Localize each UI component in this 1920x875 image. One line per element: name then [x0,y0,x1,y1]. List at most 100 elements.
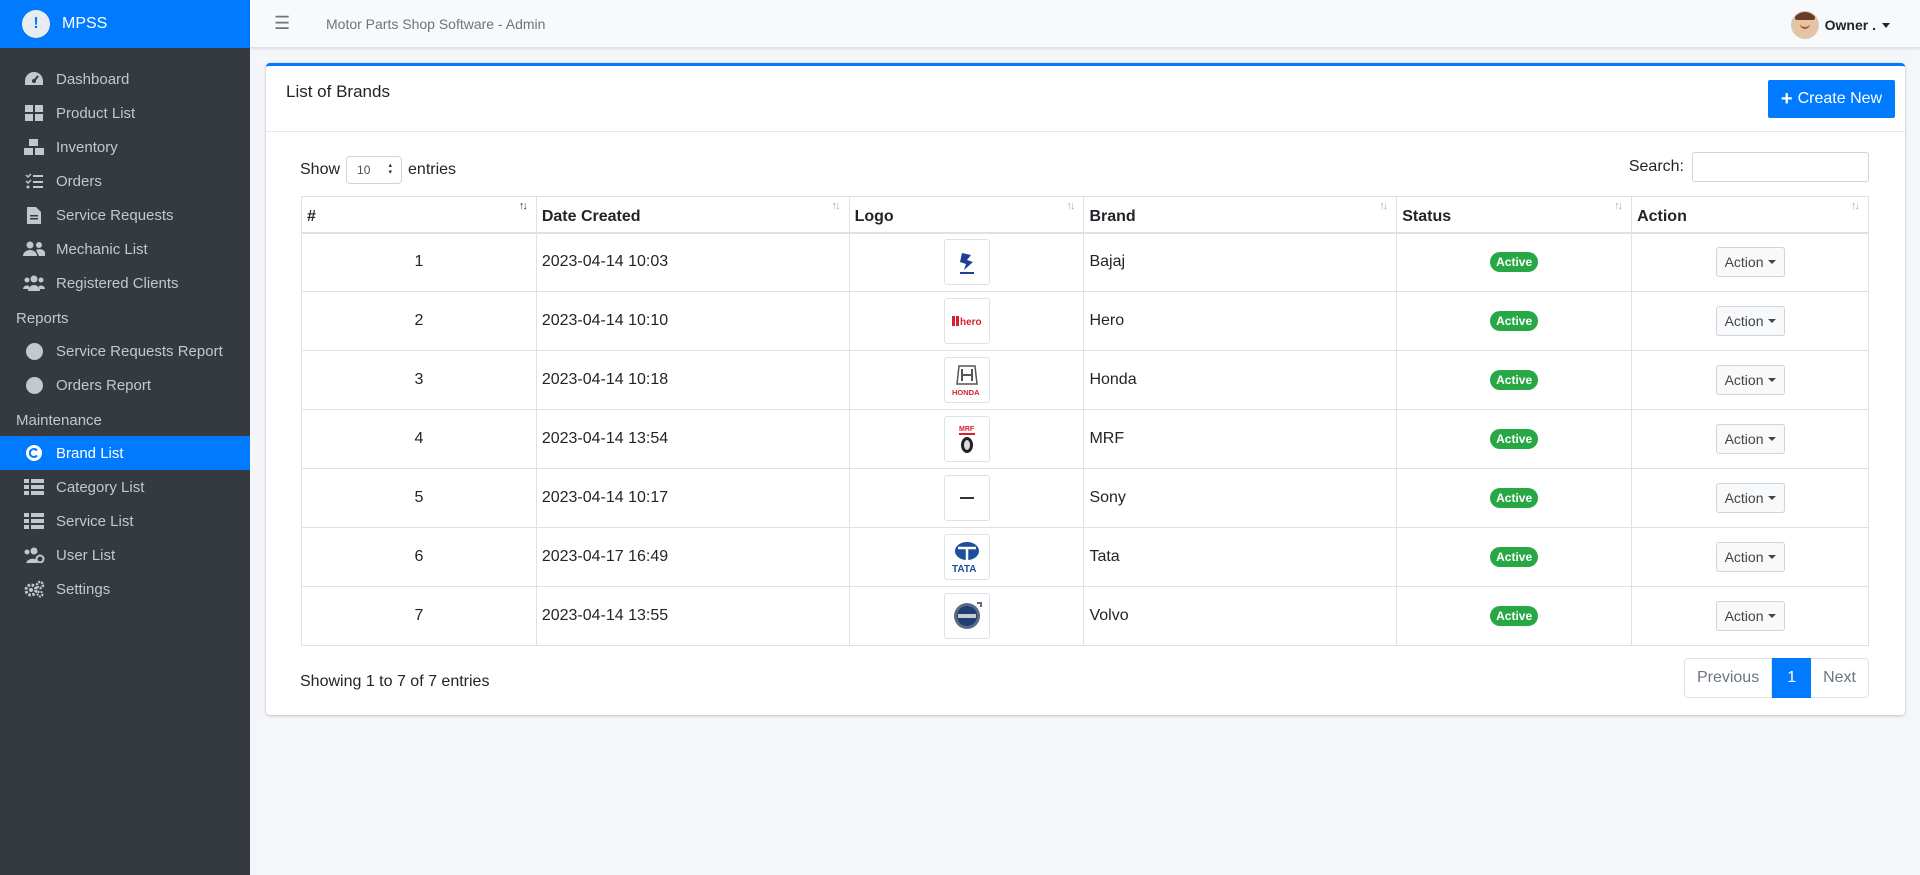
action-dropdown-button[interactable]: Action [1715,542,1785,572]
row-status-cell: Active [1396,586,1633,646]
sidebar-item-registered-clients[interactable]: Registered Clients [0,266,250,300]
status-badge: Active [1490,547,1539,567]
action-dropdown-button[interactable]: Action [1715,601,1785,631]
row-action-cell: Action [1631,291,1869,351]
status-badge: Active [1490,370,1539,390]
column-header-status[interactable]: Status ↑↓ [1396,196,1633,234]
column-header-brand[interactable]: Brand ↑↓ [1083,196,1398,234]
top-navbar: ☰ Motor Parts Shop Software - Admin Owne… [250,0,1920,48]
status-badge: Active [1490,606,1539,626]
row-logo-cell [848,586,1085,646]
user-name: Owner . [1824,17,1876,33]
row-brand: Hero [1083,291,1398,351]
th-list-icon [22,511,46,531]
row-status-cell: Active [1396,527,1633,587]
row-brand: Honda [1083,350,1398,410]
create-new-button[interactable]: + Create New [1768,80,1895,118]
search-label: Search: [1628,158,1684,175]
next-page-button[interactable]: Next [1811,658,1869,698]
row-action-cell: Action [1631,468,1869,528]
page-title: List of Brands [286,82,390,101]
table-row: 6 2023-04-17 16:49 TATA Tata Active Acti… [301,527,1869,587]
row-brand: MRF [1083,409,1398,469]
row-number: 6 [301,527,537,587]
sidebar-item-product-list[interactable]: Product List [0,96,250,130]
sidebar-item-label: Inventory [56,138,118,156]
column-header-date-created[interactable]: Date Created ↑↓ [535,196,850,234]
search-input[interactable] [1692,152,1869,182]
action-dropdown-button[interactable]: Action [1715,365,1785,395]
sidebar-item-label: Mechanic List [56,240,148,258]
sidebar-item-settings[interactable]: Settings [0,572,250,606]
previous-page-button[interactable]: Previous [1683,658,1773,698]
sidebar-item-category-list[interactable]: Category List [0,470,250,504]
sidebar-item-inventory[interactable]: Inventory [0,130,250,164]
sidebar-item-orders-report[interactable]: Orders Report [0,368,250,402]
row-logo-cell [848,232,1085,292]
brand-link[interactable]: ! MPSS [0,0,250,48]
circle-icon [22,341,46,361]
brands-table: # ↑↓ Date Created ↑↓ Logo ↑↓ Brand ↑↓ Status… [301,196,1869,646]
row-date-created: 2023-04-14 13:55 [535,586,850,646]
svg-text:TATA: TATA [952,564,976,575]
row-number: 2 [301,291,537,351]
sort-icon: ↑↓ [1066,200,1075,212]
copyright-icon [22,443,46,463]
action-dropdown-button[interactable]: Action [1715,424,1785,454]
entries-length-select[interactable]: 10 [346,156,403,184]
sidebar-item-dashboard[interactable]: Dashboard [0,62,250,96]
sort-icon: ↑↓ [1851,200,1860,212]
sidebar-item-label: Orders Report [56,376,152,394]
action-dropdown-button[interactable]: Action [1715,483,1785,513]
sidebar-item-label: Service List [56,512,134,530]
sidebar-nav: Dashboard Product List Inventory Orders … [0,48,250,606]
sort-icon: ↑↓ [831,200,841,212]
column-header-logo[interactable]: Logo ↑↓ [848,196,1085,234]
sidebar-item-service-list[interactable]: Service List [0,504,250,538]
user-menu[interactable]: Owner . [1790,11,1890,39]
nav-header-maintenance: Maintenance [16,412,102,429]
tachometer-icon [22,69,46,89]
row-brand: Bajaj [1083,232,1398,292]
page-1-button[interactable]: 1 [1772,658,1812,698]
row-action-cell: Action [1631,409,1869,469]
menu-toggle-icon[interactable]: ☰ [274,13,296,34]
table-row: 2 2023-04-14 10:10 hero Hero Active Acti… [301,291,1869,351]
row-action-cell: Action [1631,232,1869,292]
status-badge: Active [1490,252,1539,273]
table-row: 7 2023-04-14 13:55 Volvo Active Action [301,586,1869,646]
table-row: 1 2023-04-14 10:03 Bajaj Active Action [301,232,1869,292]
action-dropdown-button[interactable]: Action [1715,306,1785,336]
sidebar-item-mechanic-list[interactable]: Mechanic List [0,232,250,266]
sidebar-item-user-list[interactable]: User List [0,538,250,572]
row-number: 5 [301,468,537,528]
sony-logo [943,475,990,521]
caret-down-icon [1767,437,1776,441]
row-date-created: 2023-04-14 10:18 [535,350,850,410]
sidebar-item-label: Settings [56,580,111,598]
sidebar-item-service-requests[interactable]: Service Requests [0,198,250,232]
sidebar-item-service-requests-report[interactable]: Service Requests Report [0,334,250,368]
brand-logo-icon: ! [22,10,50,38]
nav-header-reports: Reports [16,310,69,327]
row-status-cell: Active [1396,232,1633,292]
row-status-cell: Active [1396,468,1633,528]
row-date-created: 2023-04-17 16:49 [535,527,850,587]
action-dropdown-button[interactable]: Action [1715,247,1785,278]
hero-logo: hero [943,298,990,344]
row-status-cell: Active [1396,291,1633,351]
sidebar-item-orders[interactable]: Orders [0,164,250,198]
row-logo-cell [848,468,1085,528]
row-date-created: 2023-04-14 13:54 [535,409,850,469]
status-badge: Active [1490,311,1539,331]
column-header-number[interactable]: # ↑↓ [301,196,537,234]
sidebar-item-brand-list[interactable]: Brand List [0,436,250,470]
th-list-icon [22,477,46,497]
table-row: 5 2023-04-14 10:17 Sony Active Action [301,468,1869,528]
row-status-cell: Active [1396,409,1633,469]
column-header-action[interactable]: Action ↑↓ [1631,196,1869,234]
caret-down-icon [1767,496,1776,500]
caret-down-icon [1767,319,1776,323]
pagination: Previous 1 Next [1683,658,1869,698]
circle-icon [22,375,46,395]
